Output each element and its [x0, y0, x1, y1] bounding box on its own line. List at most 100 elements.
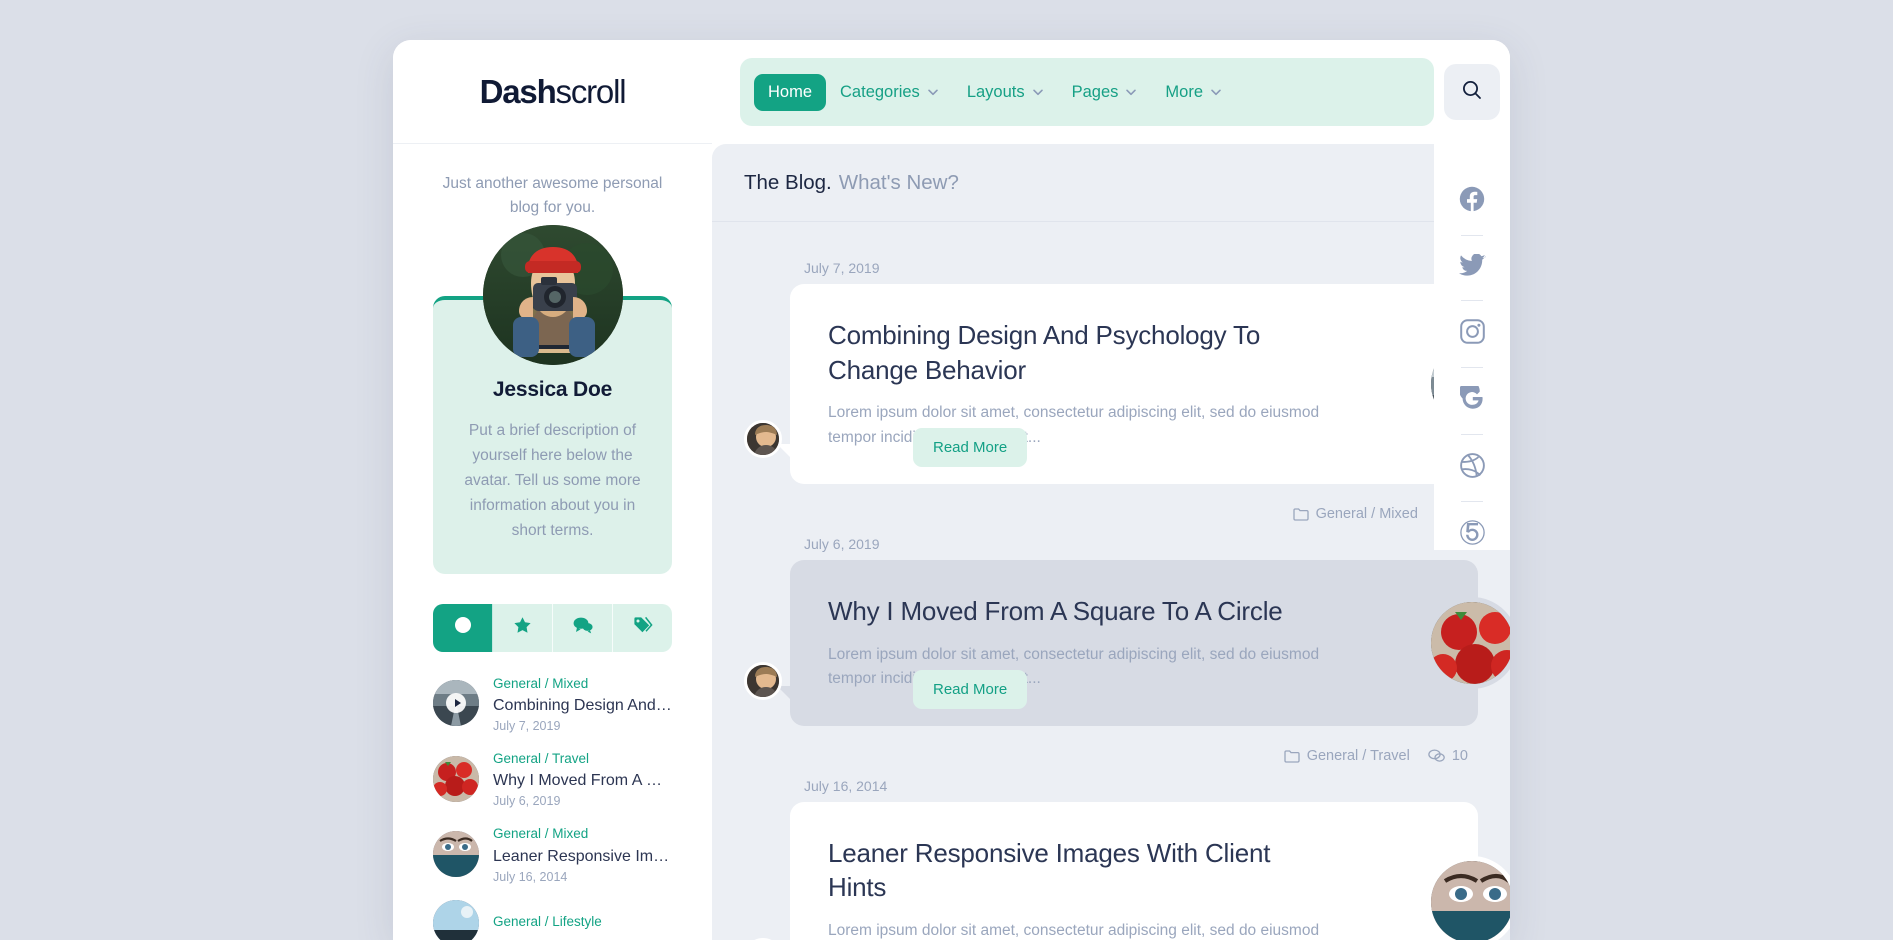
page-title: The Blog. What's New? — [712, 144, 1510, 222]
list-item-title[interactable]: Why I Moved From A Sq... — [493, 769, 672, 792]
comment-icon — [1428, 749, 1445, 763]
thumbnail — [433, 899, 479, 940]
divider — [1461, 300, 1483, 301]
post-category-label: General / Travel — [1306, 747, 1410, 764]
post-date: July 6, 2019 — [804, 536, 880, 553]
post-title[interactable]: Combining Design And Psychology To Chang… — [828, 318, 1328, 387]
post-category[interactable]: General / Mixed — [1292, 506, 1418, 522]
post-date: July 16, 2014 — [804, 777, 888, 794]
list-item[interactable]: General / Mixed Leaner Responsive Imag..… — [433, 824, 672, 884]
list-item[interactable]: General / Travel Why I Moved From A Sq..… — [433, 749, 672, 808]
twitter-icon[interactable] — [1458, 253, 1486, 282]
main-nav: Home Categories Layouts Pages More — [740, 58, 1434, 126]
folder-icon — [1284, 749, 1300, 763]
list-item-date: July 16, 2014 — [493, 869, 568, 884]
post-thumbnail[interactable] — [1426, 596, 1510, 689]
post-title[interactable]: Leaner Responsive Images With Client Hin… — [828, 836, 1328, 905]
divider — [1461, 235, 1483, 236]
google-icon[interactable] — [1458, 380, 1485, 416]
clock-icon — [454, 616, 472, 639]
post-thumbnail[interactable] — [1426, 855, 1510, 940]
nav-item-home[interactable]: Home — [754, 73, 827, 111]
list-item-title[interactable]: Combining Design And ... — [493, 694, 672, 717]
chevron-down-icon — [1125, 86, 1137, 98]
list-item-date: July 6, 2019 — [493, 794, 561, 809]
recent-posts-list: General / Mixed Combining Design And ...… — [433, 674, 672, 940]
post-category[interactable]: General / Travel — [1284, 748, 1410, 764]
post-bubble[interactable]: Leaner Responsive Images With Client Hin… — [790, 801, 1510, 940]
nav-item-label: Pages — [1071, 82, 1119, 101]
profile-description: Put a brief description of yourself here… — [464, 422, 641, 540]
list-item-title[interactable]: Leaner Responsive Imag... — [493, 845, 672, 868]
post-card: July 6, 2019 Why I Moved From A Square T… — [744, 536, 1510, 764]
post-excerpt: Lorem ipsum dolor sit amet, consectetur … — [828, 921, 1320, 939]
sidebar-tabs — [433, 603, 672, 652]
dribbble-icon[interactable] — [1459, 453, 1485, 483]
post-card: July 7, 2019 Combining Design And Psycho… — [744, 260, 1510, 522]
avatar — [482, 225, 623, 366]
instagram-icon[interactable] — [1459, 319, 1485, 349]
tab-popular[interactable] — [493, 603, 553, 652]
list-item-category[interactable]: General / Mixed — [493, 674, 672, 694]
nav-item-layouts[interactable]: Layouts — [953, 74, 1058, 111]
nav-item-label: More — [1165, 82, 1203, 101]
social-rail — [1434, 144, 1510, 550]
nav-item-categories[interactable]: Categories — [826, 74, 953, 111]
list-item[interactable]: General / Mixed Combining Design And ...… — [433, 674, 672, 733]
sidebar: Just another awesome personal blog for y… — [393, 144, 712, 940]
folder-icon — [1292, 507, 1309, 521]
list-item-date: July 7, 2019 — [493, 719, 561, 734]
post-card: July 16, 2014 Leaner Responsive Images W… — [744, 777, 1510, 940]
nav-item-more[interactable]: More — [1151, 74, 1236, 111]
main-content: The Blog. What's New? July 7, 2019 Combi… — [712, 144, 1510, 940]
post-excerpt: Lorem ipsum dolor sit amet, consectetur … — [828, 645, 1320, 688]
profile-card: Jessica Doe Put a brief description of y… — [433, 225, 672, 574]
search-button[interactable] — [1444, 64, 1500, 120]
list-item-category[interactable]: General / Travel — [493, 749, 672, 769]
divider — [1461, 501, 1483, 502]
read-more-button[interactable]: Read More — [913, 428, 1028, 468]
search-icon — [1461, 79, 1483, 106]
profile-name: Jessica Doe — [492, 378, 613, 402]
post-meta: General / Travel 10 — [744, 726, 1478, 764]
author-avatar — [744, 661, 782, 700]
tag-icon — [633, 616, 653, 639]
chevron-down-icon — [927, 86, 939, 98]
read-more-button[interactable]: Read More — [913, 669, 1028, 709]
app-window: Dashscroll Home Categories Layouts Pages — [393, 40, 1510, 940]
thumbnail — [433, 755, 479, 802]
author-avatar — [744, 420, 782, 459]
comment-icon — [573, 616, 593, 639]
body: Just another awesome personal blog for y… — [393, 144, 1510, 940]
logo[interactable]: Dashscroll — [393, 40, 712, 144]
search-zone — [1434, 40, 1510, 144]
tab-comments[interactable] — [553, 603, 613, 652]
fivehundredpx-icon[interactable] — [1459, 520, 1485, 550]
post-date: July 7, 2019 — [804, 260, 880, 276]
nav-item-pages[interactable]: Pages — [1058, 74, 1152, 111]
list-item[interactable]: General / Lifestyle — [433, 899, 672, 940]
nav-zone: Home Categories Layouts Pages More — [712, 40, 1434, 144]
list-item-category[interactable]: General / Mixed — [493, 824, 672, 844]
post-bubble[interactable]: Why I Moved From A Square To A Circle Lo… — [777, 560, 1510, 726]
play-icon — [446, 693, 466, 714]
divider — [1461, 434, 1483, 435]
chevron-down-icon — [1032, 86, 1044, 98]
post-feed: July 7, 2019 Combining Design And Psycho… — [712, 222, 1510, 940]
chevron-down-icon — [1210, 86, 1222, 98]
logo-bold: Dash — [479, 73, 557, 110]
thumbnail — [433, 831, 479, 878]
post-comments[interactable]: 10 — [1428, 748, 1468, 764]
thumbnail — [433, 680, 479, 727]
post-excerpt: Lorem ipsum dolor sit amet, consectetur … — [828, 404, 1320, 446]
tab-recent[interactable] — [433, 603, 493, 652]
tab-tags[interactable] — [613, 603, 672, 652]
facebook-icon[interactable] — [1459, 186, 1485, 217]
divider — [1461, 367, 1483, 368]
page-title-secondary: What's New? — [838, 170, 959, 194]
logo-light: scroll — [555, 73, 627, 110]
nav-item-label: Home — [768, 82, 813, 101]
post-title[interactable]: Why I Moved From A Square To A Circle — [828, 594, 1328, 629]
post-bubble[interactable]: Combining Design And Psychology To Chang… — [777, 284, 1510, 485]
post-meta: General / Mixed 4 — [744, 484, 1478, 522]
